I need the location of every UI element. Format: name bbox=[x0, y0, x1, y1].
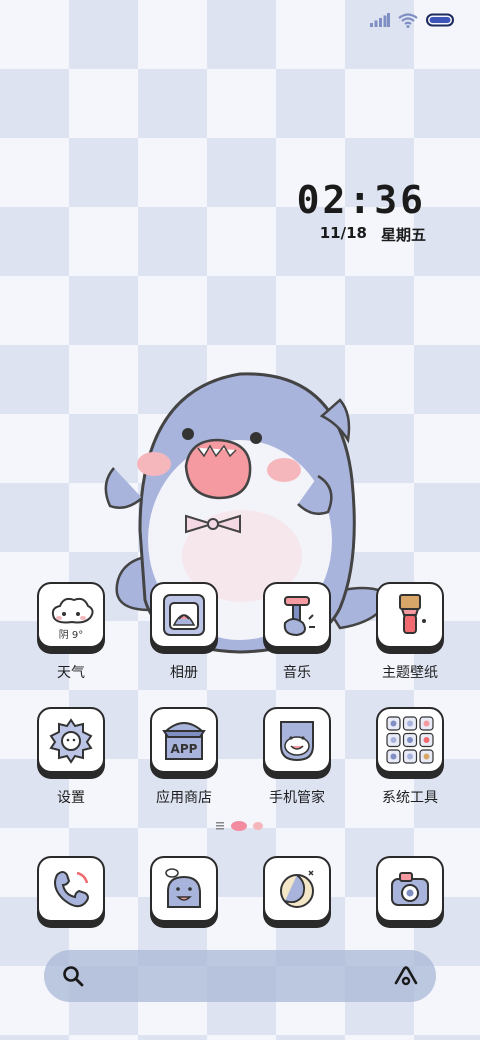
app-phone-manager[interactable]: 手机管家 bbox=[254, 707, 340, 807]
clock-time: 02:36 bbox=[296, 178, 426, 222]
app-weather[interactable]: 阴 9° 天气 bbox=[28, 582, 114, 682]
battery-icon bbox=[426, 13, 454, 27]
search-bar[interactable] bbox=[44, 950, 436, 1002]
clock-weekday: 星期五 bbox=[380, 226, 426, 244]
dock-browser[interactable] bbox=[254, 856, 340, 922]
app-music[interactable]: 音乐 bbox=[254, 582, 340, 682]
app-label: 相册 bbox=[170, 665, 198, 681]
browser-icon bbox=[263, 856, 331, 922]
weather-cloud-icon: 阴 9° bbox=[37, 582, 105, 648]
weather-widget-text: 阴 9° bbox=[58, 630, 84, 641]
app-label: 应用商店 bbox=[156, 790, 212, 806]
dock-camera[interactable] bbox=[367, 856, 453, 922]
clock-date-row: 11/18 星期五 bbox=[297, 224, 426, 245]
app-label: 天气 bbox=[57, 665, 85, 681]
app-label: 音乐 bbox=[283, 665, 311, 681]
search-icon[interactable] bbox=[62, 965, 84, 987]
messages-icon bbox=[150, 856, 218, 922]
app-store-icon: APP bbox=[150, 707, 218, 773]
camera-icon bbox=[376, 856, 444, 922]
assistant-icon[interactable] bbox=[394, 965, 418, 987]
heart-dot-icon bbox=[253, 822, 263, 830]
gallery-icon bbox=[150, 582, 218, 648]
app-label: 手机管家 bbox=[269, 790, 325, 806]
app-theme[interactable]: 主题壁纸 bbox=[367, 582, 453, 682]
clock-widget[interactable]: 02:36 11/18 星期五 bbox=[297, 178, 426, 245]
phone-manager-icon bbox=[263, 707, 331, 773]
settings-gear-icon bbox=[37, 707, 105, 773]
dock-phone[interactable] bbox=[28, 856, 114, 922]
app-store-icon-text: APP bbox=[171, 742, 198, 756]
theme-brush-icon bbox=[376, 582, 444, 648]
app-store[interactable]: APP 应用商店 bbox=[141, 707, 227, 807]
app-system-tools[interactable]: 系统工具 bbox=[367, 707, 453, 807]
app-settings[interactable]: 设置 bbox=[28, 707, 114, 807]
status-bar bbox=[370, 8, 454, 32]
app-gallery[interactable]: 相册 bbox=[141, 582, 227, 682]
clock-date: 11/18 bbox=[319, 224, 367, 242]
app-label: 设置 bbox=[57, 790, 85, 806]
system-tools-icon bbox=[376, 707, 444, 773]
wifi-icon bbox=[398, 12, 418, 28]
dock-messages[interactable] bbox=[141, 856, 227, 922]
heart-dot-icon bbox=[231, 821, 247, 831]
menu-lines-icon bbox=[216, 822, 224, 830]
signal-icon bbox=[370, 13, 390, 27]
page-indicator[interactable] bbox=[0, 820, 480, 832]
shark-mascot-icon bbox=[104, 372, 390, 654]
music-icon bbox=[263, 582, 331, 648]
app-label: 系统工具 bbox=[382, 790, 438, 806]
app-label: 主题壁纸 bbox=[382, 665, 438, 681]
phone-icon bbox=[37, 856, 105, 922]
